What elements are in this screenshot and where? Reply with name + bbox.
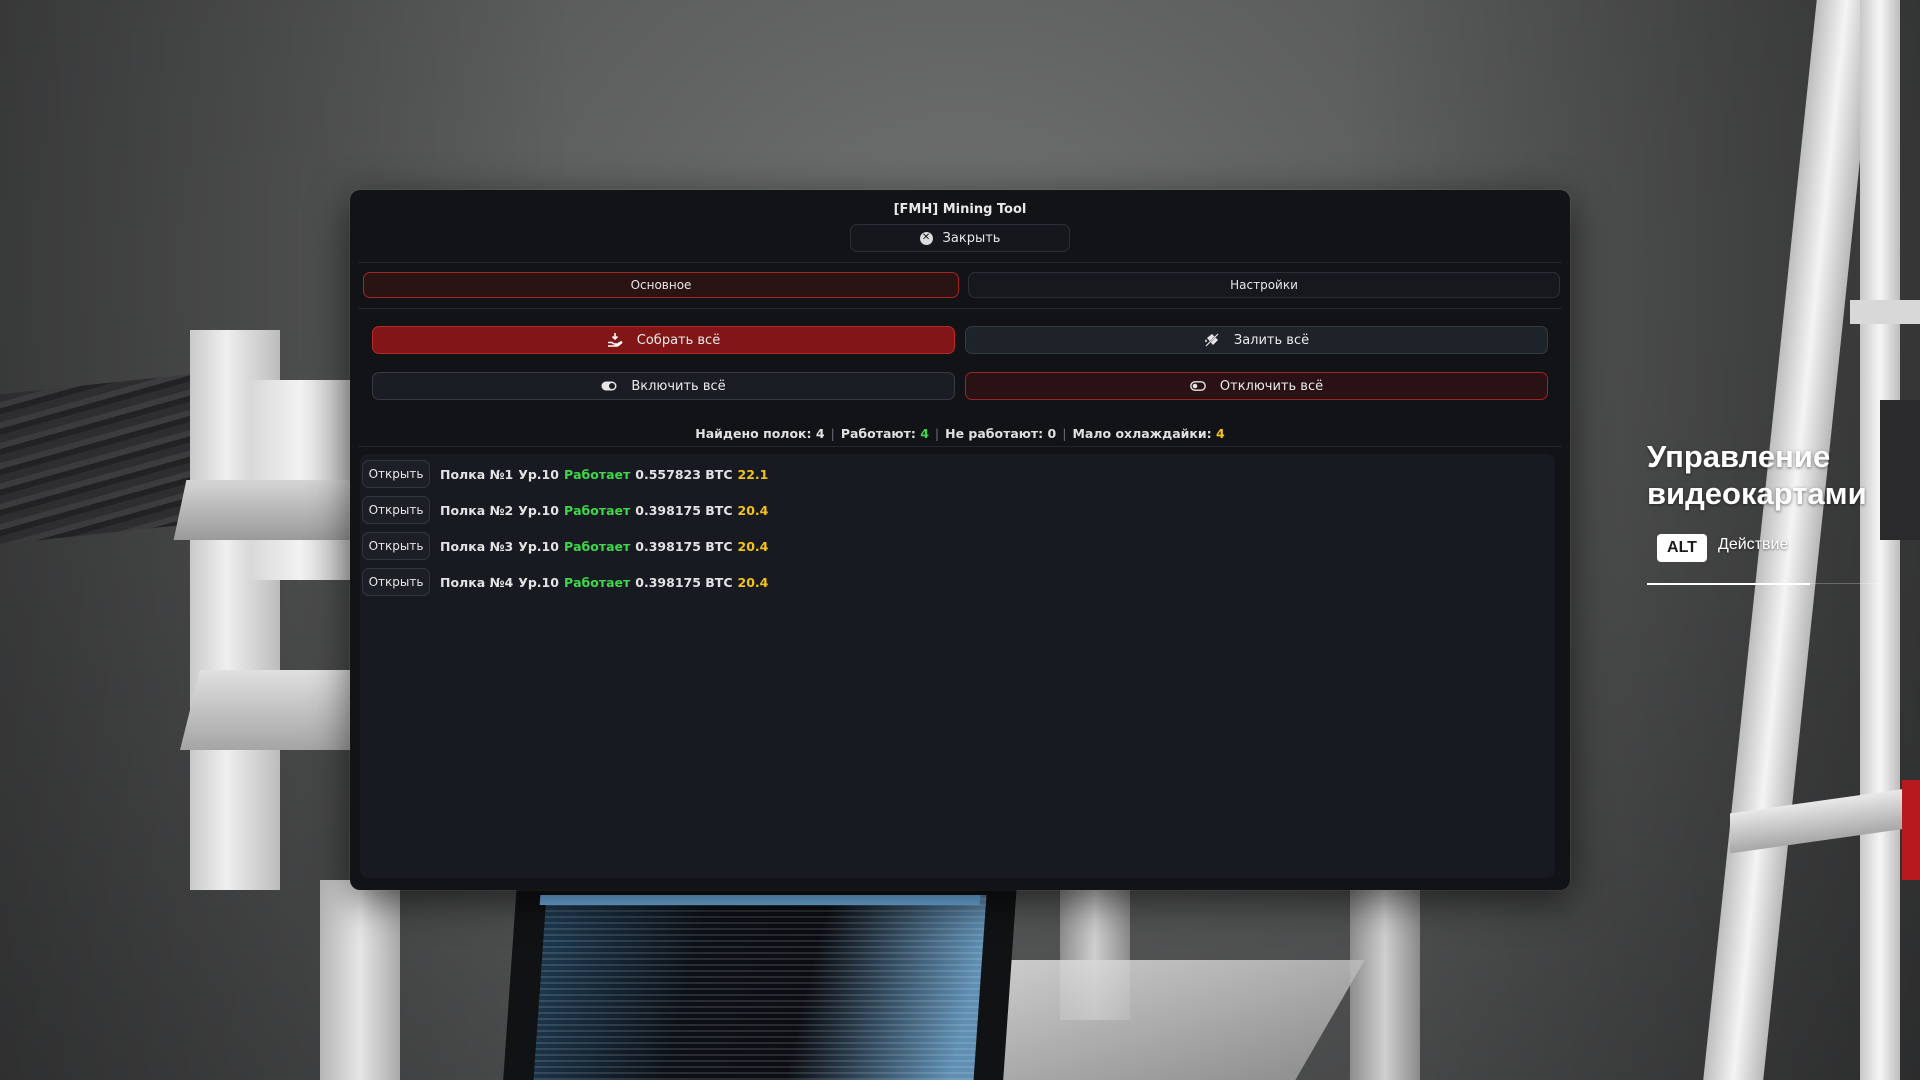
fill-all-button[interactable]: Залить всё — [965, 326, 1548, 354]
shelf-level: Ур.10 — [518, 574, 559, 590]
list-item: Открыть Полка №1 Ур.10 Работает 0.557823… — [362, 460, 773, 488]
working-label: Работают: — [840, 426, 916, 441]
mining-tool-window: [FMH] Mining Tool ✕ Закрыть Основное Нас… — [350, 190, 1570, 890]
scene-leg — [1350, 880, 1420, 1080]
open-button[interactable]: Открыть — [362, 460, 430, 488]
close-button[interactable]: ✕ Закрыть — [850, 224, 1070, 252]
open-button[interactable]: Открыть — [362, 532, 430, 560]
shelf-level: Ур.10 — [518, 538, 559, 554]
shelf-name: Полка №1 — [440, 466, 514, 482]
close-icon: ✕ — [919, 231, 933, 245]
low-coolant-label: Мало охлаждайки: — [1072, 426, 1212, 441]
scene-leg — [320, 880, 400, 1080]
scene-rack-shelf — [1850, 300, 1920, 324]
scene-rack — [1860, 0, 1900, 1080]
shelf-value: 20.4 — [737, 574, 769, 590]
shelf-name: Полка №4 — [440, 574, 514, 590]
shelf-value: 20.4 — [737, 502, 769, 518]
window-title: [FMH] Mining Tool — [893, 202, 1027, 217]
shelf-level: Ур.10 — [518, 502, 559, 518]
collect-all-label: Собрать всё — [636, 332, 721, 348]
list-item: Открыть Полка №4 Ур.10 Работает 0.398175… — [362, 568, 773, 596]
open-button[interactable]: Открыть — [362, 568, 430, 596]
shelf-level: Ур.10 — [518, 466, 559, 482]
enable-all-label: Включить всё — [631, 378, 726, 394]
divider — [358, 308, 1562, 309]
list-item: Открыть Полка №2 Ур.10 Работает 0.398175… — [362, 496, 773, 524]
hud-title-line1: Управление — [1647, 439, 1831, 474]
shelf-status: Работает — [563, 502, 631, 518]
hud-prompt-title: Управление видеокартами — [1647, 438, 1917, 512]
shelf-list: Открыть Полка №1 Ур.10 Работает 0.557823… — [360, 454, 1555, 878]
hud-underline — [1647, 583, 1810, 585]
tab-main[interactable]: Основное — [363, 272, 959, 298]
shelf-name: Полка №2 — [440, 502, 514, 518]
divider — [358, 262, 1562, 263]
list-item: Открыть Полка №3 Ур.10 Работает 0.398175… — [362, 532, 773, 560]
found-label: Найдено полок: — [695, 426, 812, 441]
collect-all-button[interactable]: Собрать всё — [372, 326, 955, 354]
low-coolant-value: 4 — [1216, 426, 1225, 441]
scene-monitor-screen — [533, 895, 987, 1080]
disable-all-button[interactable]: Отключить всё — [965, 372, 1548, 400]
not-working-value: 0 — [1047, 426, 1057, 441]
hud-title-line2: видеокартами — [1647, 476, 1867, 511]
hud-underline-track — [1810, 583, 1880, 584]
scene-red-object — [1902, 780, 1920, 880]
hud-key-badge: ALT — [1657, 534, 1707, 562]
shelf-value: 20.4 — [737, 538, 769, 554]
scene-monitor-titlebar — [539, 895, 981, 905]
toggle-on-icon — [601, 381, 617, 391]
found-value: 4 — [815, 426, 825, 441]
not-working-label: Не работают: — [945, 426, 1044, 441]
shelf-name: Полка №3 — [440, 538, 514, 554]
working-value: 4 — [920, 426, 929, 441]
divider — [358, 446, 1562, 447]
tab-settings[interactable]: Настройки — [968, 272, 1560, 298]
close-label: Закрыть — [942, 230, 1001, 246]
open-button[interactable]: Открыть — [362, 496, 430, 524]
stats-bar: Найдено полок: 4 | Работают: 4 | Не работают… — [695, 426, 1225, 441]
shelf-status: Работает — [563, 574, 631, 590]
enable-all-button[interactable]: Включить всё — [372, 372, 955, 400]
toggle-off-icon — [1189, 381, 1206, 391]
shelf-btc: 0.557823 BTC — [635, 466, 733, 482]
shelf-value: 22.1 — [737, 466, 769, 482]
shelf-btc: 0.398175 BTC — [635, 502, 733, 518]
shelf-btc: 0.398175 BTC — [635, 574, 733, 590]
hud-action-label: Действие — [1718, 536, 1789, 553]
paint-bucket-icon — [1204, 332, 1219, 348]
fill-all-label: Залить всё — [1233, 332, 1310, 348]
disable-all-label: Отключить всё — [1219, 378, 1324, 394]
shelf-status: Работает — [563, 538, 631, 554]
collect-hand-icon — [607, 333, 623, 347]
shelf-status: Работает — [563, 466, 631, 482]
shelf-btc: 0.398175 BTC — [635, 538, 733, 554]
